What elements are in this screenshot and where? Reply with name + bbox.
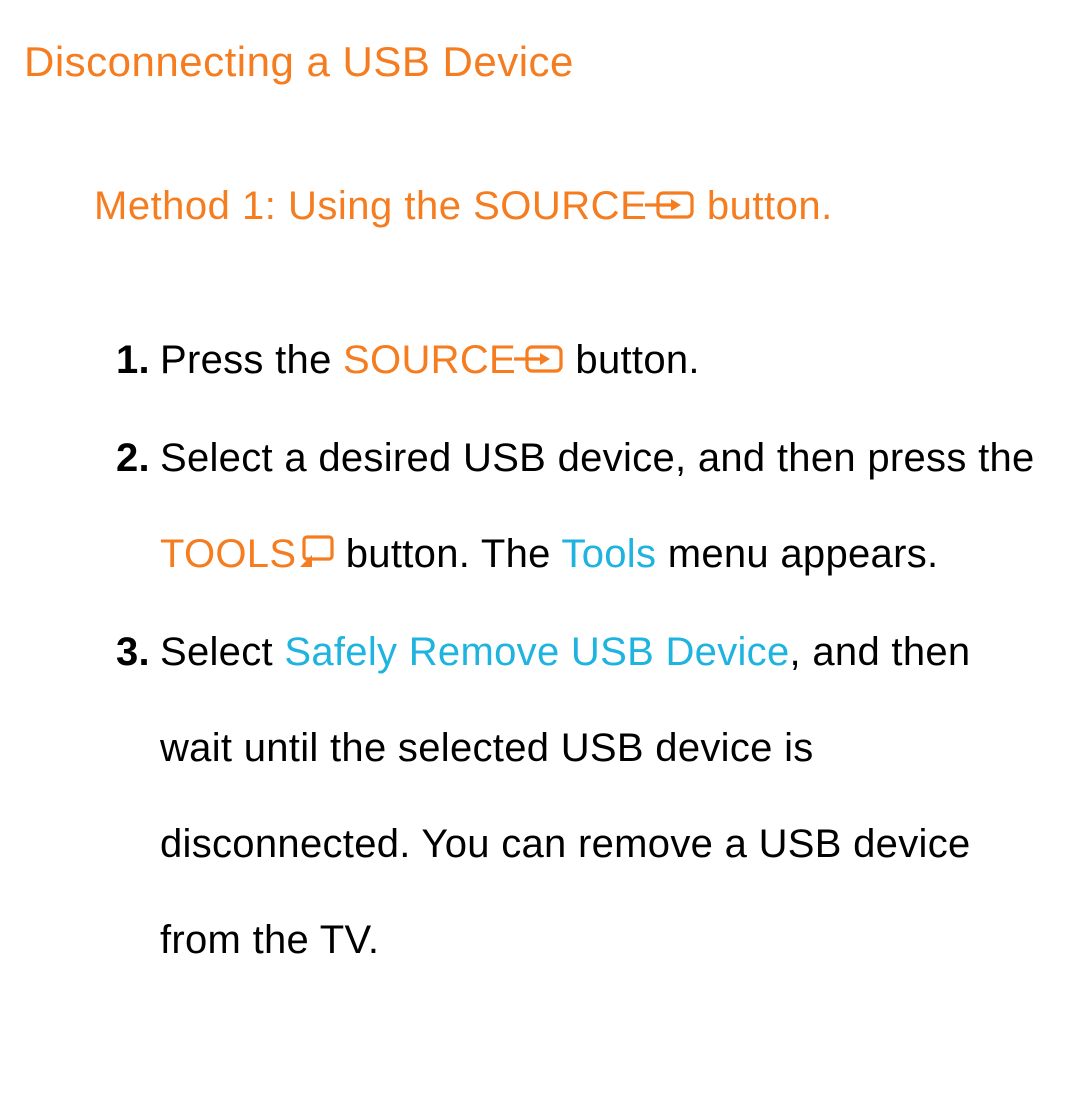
tools-icon bbox=[298, 508, 334, 604]
step-1: 1. Press the SOURCE button. bbox=[116, 312, 1036, 410]
source-icon bbox=[514, 314, 564, 410]
steps-list: 1. Press the SOURCE button. 2. Select a … bbox=[116, 312, 1036, 988]
step-num: 3. bbox=[116, 604, 150, 988]
step2-tools: TOOLS bbox=[160, 532, 296, 576]
step-num: 2. bbox=[116, 410, 150, 604]
step-num: 1. bbox=[116, 312, 150, 410]
step-body: Select Safely Remove USB Device, and the… bbox=[160, 604, 1036, 988]
step2-tools-menu: Tools bbox=[561, 532, 656, 576]
step3-pre: Select bbox=[160, 630, 284, 674]
method-heading-source: SOURCE bbox=[473, 184, 647, 228]
page-title: Disconnecting a USB Device bbox=[24, 38, 1056, 86]
source-icon bbox=[645, 160, 695, 256]
step-body: Select a desired USB device, and then pr… bbox=[160, 410, 1036, 604]
method-heading-pre: Method 1: Using the bbox=[94, 184, 473, 228]
step3-safe: Safely Remove USB Device bbox=[284, 630, 789, 674]
step-body: Press the SOURCE button. bbox=[160, 312, 1036, 410]
step-2: 2. Select a desired USB device, and then… bbox=[116, 410, 1036, 604]
step2-pre: Select a desired USB device, and then pr… bbox=[160, 436, 1035, 480]
step1-source: SOURCE bbox=[343, 338, 516, 382]
step3-post: , and then wait until the selected USB d… bbox=[160, 630, 971, 962]
step1-post: button. bbox=[564, 338, 700, 382]
method-heading: Method 1: Using the SOURCE button. bbox=[94, 158, 1056, 256]
step1-pre: Press the bbox=[160, 338, 343, 382]
step2-mid: button. The bbox=[334, 532, 561, 576]
step-3: 3. Select Safely Remove USB Device, and … bbox=[116, 604, 1036, 988]
method-heading-post: button. bbox=[695, 184, 832, 228]
step2-post: menu appears. bbox=[656, 532, 938, 576]
